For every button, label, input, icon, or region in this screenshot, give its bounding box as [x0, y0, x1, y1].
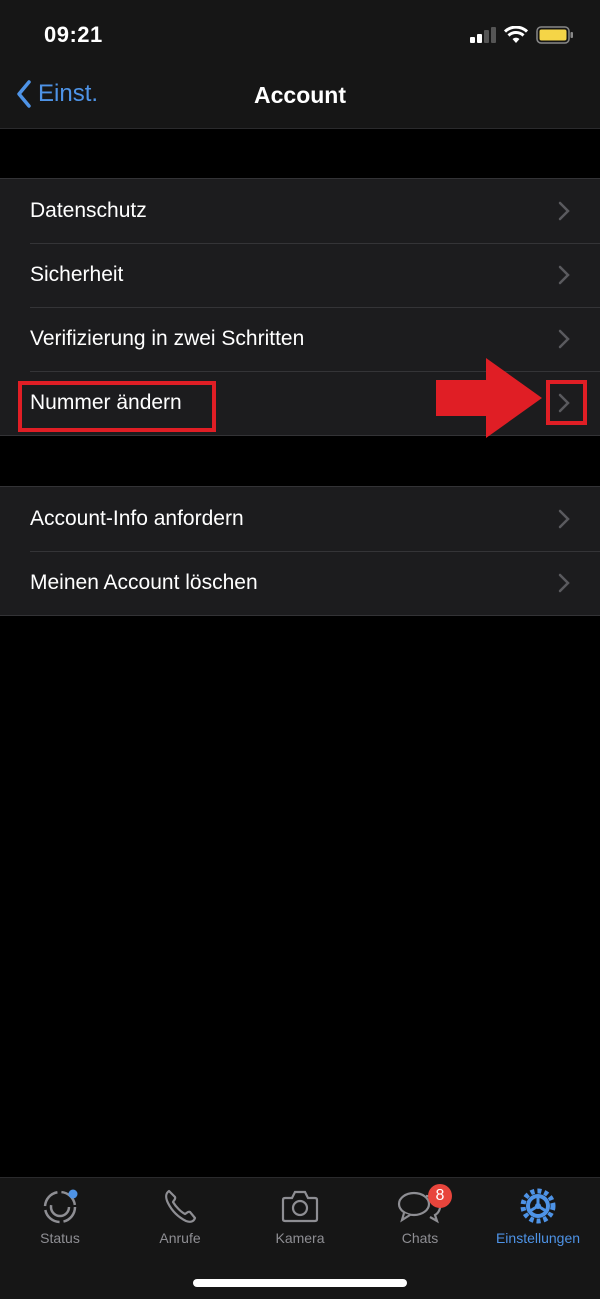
battery-icon: [536, 26, 573, 44]
row-delete-account[interactable]: Meinen Account löschen: [0, 551, 600, 615]
tab-chats[interactable]: 8 Chats: [360, 1184, 480, 1246]
highlight-box-label: [18, 381, 216, 432]
row-request-account-info[interactable]: Account-Info anfordern: [0, 487, 600, 551]
chevron-right-icon: [558, 201, 570, 221]
settings-icon: [520, 1188, 556, 1224]
status-time: 09:21: [44, 22, 103, 47]
tab-kamera[interactable]: Kamera: [240, 1186, 360, 1246]
tab-label: Kamera: [275, 1230, 325, 1246]
row-label: Meinen Account löschen: [30, 571, 258, 594]
tab-label: Chats: [401, 1230, 439, 1246]
camera-icon: [281, 1190, 319, 1223]
tab-einstellungen[interactable]: Einstellungen: [478, 1186, 598, 1246]
chevron-right-icon: [558, 265, 570, 285]
page-title: Account: [254, 82, 346, 108]
wifi-icon: [504, 26, 528, 43]
chevron-right-icon: [558, 573, 570, 593]
row-label: Verifizierung in zwei Schritten: [30, 327, 305, 350]
phone-icon: [165, 1189, 197, 1223]
annotation-arrow-icon: [436, 358, 542, 438]
tab-label: Einstellungen: [495, 1230, 581, 1246]
tab-label: Anrufe: [159, 1230, 201, 1246]
tab-label: Status: [40, 1230, 80, 1246]
row-label: Sicherheit: [30, 263, 124, 286]
chevron-right-icon: [558, 329, 570, 349]
navigation-bar: 09:21 Einst. Account: [0, 0, 600, 129]
home-indicator[interactable]: [193, 1279, 407, 1287]
chevron-right-icon: [558, 509, 570, 529]
unread-badge: 8: [428, 1184, 452, 1208]
row-label: Account-Info anfordern: [30, 507, 244, 530]
settings-group-account-info: Account-Info anfordern Meinen Account lö…: [0, 486, 600, 616]
tab-anrufe[interactable]: Anrufe: [120, 1186, 240, 1246]
row-label: Datenschutz: [30, 199, 147, 222]
status-icons: [470, 26, 574, 44]
highlight-box-chevron: [546, 380, 587, 425]
row-datenschutz[interactable]: Datenschutz: [0, 179, 600, 243]
status-icon: [43, 1189, 78, 1224]
row-sicherheit[interactable]: Sicherheit: [0, 243, 600, 307]
signal-icon: [470, 27, 496, 43]
tab-status[interactable]: Status: [0, 1186, 120, 1246]
